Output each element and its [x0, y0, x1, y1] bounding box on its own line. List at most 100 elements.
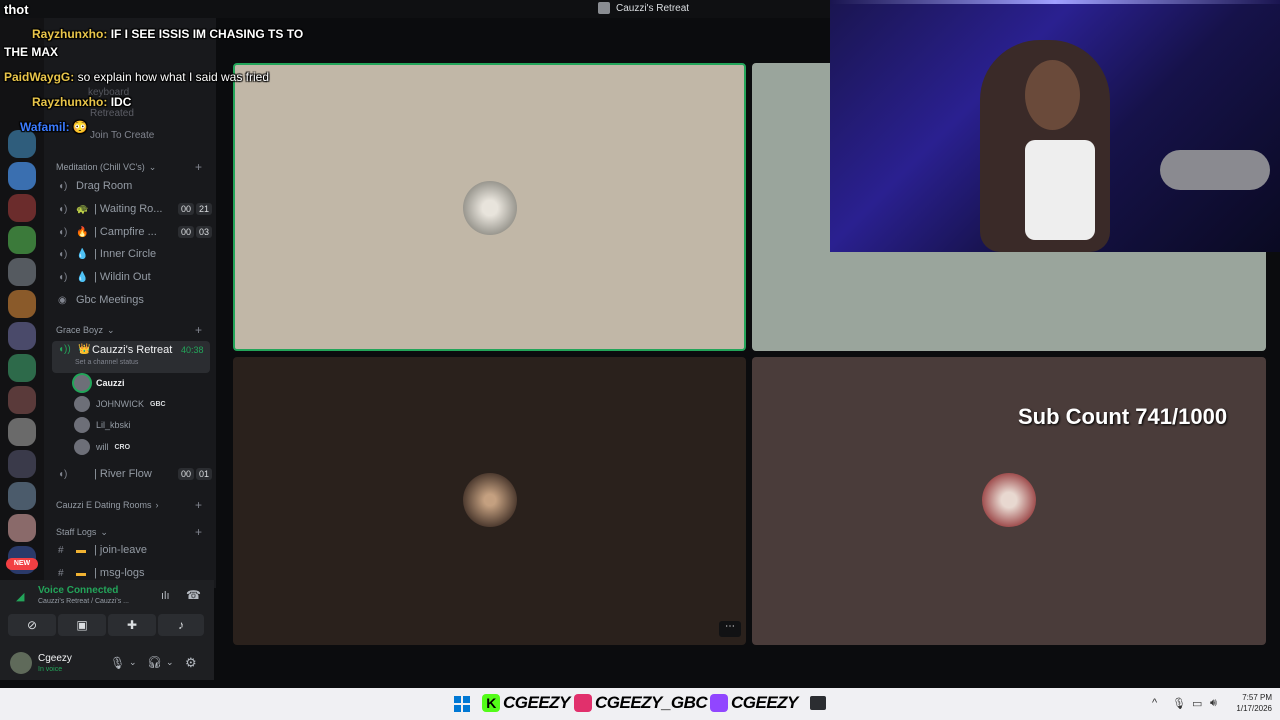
speaker-icon: ◖): [58, 248, 68, 260]
voice-channel[interactable]: ◖) Drag Room: [52, 176, 212, 196]
video-tile[interactable]: [233, 63, 746, 351]
category-meditation[interactable]: Meditation (Chill VC's) ⌄: [56, 162, 156, 173]
member-tag: GBC: [150, 400, 166, 408]
voice-channel-link[interactable]: Cauzzi's Retreat / Cauzzi's ...: [38, 598, 129, 605]
mic-icon[interactable]: 🎙︎: [1172, 697, 1186, 710]
instagram-handle: CGEEZY_GBC: [574, 693, 708, 713]
chevron-down-icon[interactable]: ⌄: [166, 657, 174, 668]
server-icon[interactable]: [8, 386, 36, 414]
server-icon[interactable]: [8, 290, 36, 318]
speaker-icon: ◖): [58, 226, 68, 238]
user-count: 00 21: [177, 203, 212, 215]
server-icon[interactable]: [8, 450, 36, 478]
server-icon[interactable]: [8, 226, 36, 254]
envelope-icon: ▬: [76, 567, 86, 579]
category-dating-rooms[interactable]: Cauzzi E Dating Rooms ›: [56, 500, 159, 510]
activity-icon[interactable]: ✚: [108, 614, 156, 636]
avatar: [74, 439, 90, 455]
category-label: Cauzzi E Dating Rooms: [56, 500, 152, 510]
server-icon[interactable]: [8, 418, 36, 446]
disconnect-icon[interactable]: ☎: [186, 588, 201, 602]
video-tile[interactable]: ⋯: [233, 357, 746, 645]
soundboard-icon[interactable]: ♪: [158, 614, 204, 636]
voice-channel[interactable]: ◖) 🐢 | Waiting Ro... 00 21: [52, 199, 212, 219]
avatar[interactable]: [10, 652, 32, 674]
video-tile[interactable]: [752, 357, 1266, 645]
hash-icon: #: [58, 567, 64, 579]
avatar: [74, 396, 90, 412]
chevron-down-icon[interactable]: ⌄: [129, 657, 137, 668]
screen-share-icon[interactable]: ▣: [58, 614, 106, 636]
category-staff-logs[interactable]: Staff Logs ⌄: [56, 527, 108, 538]
avatar: [463, 473, 517, 527]
member-name: Lil_kbski: [96, 420, 131, 430]
server-icon[interactable]: [8, 162, 36, 190]
avatar: [74, 375, 90, 391]
member-name: will: [96, 442, 109, 452]
category-label: Grace Boyz: [56, 325, 104, 335]
server-icon[interactable]: [8, 514, 36, 542]
voice-member[interactable]: JOHNWICK GBC: [74, 394, 166, 414]
twitch-icon: [710, 694, 728, 712]
active-channel-name: Cauzzi's Retreat: [92, 344, 173, 356]
server-icon[interactable]: [8, 322, 36, 350]
mic-icon[interactable]: 🎙︎: [110, 656, 125, 670]
channel-label: | Wildin Out: [94, 271, 151, 283]
camera-off-icon[interactable]: ⊘: [8, 614, 56, 636]
faded-channel[interactable]: Retreated: [90, 108, 134, 119]
category-label: Staff Logs: [56, 527, 97, 537]
category-grace-boyz[interactable]: Grace Boyz ⌄: [56, 325, 115, 336]
voice-member[interactable]: will CRO: [74, 437, 130, 457]
noise-suppression-icon[interactable]: ılı: [161, 590, 170, 602]
envelope-icon: ▬: [76, 544, 86, 556]
channel-emoji-icon: 🔥: [76, 226, 89, 238]
voice-channel[interactable]: ◖) 💧 | Wildin Out: [52, 267, 212, 287]
instagram-icon: [574, 694, 592, 712]
voice-channel-river-flow[interactable]: ◖) | River Flow 00 01: [52, 464, 212, 484]
server-icon[interactable]: [8, 258, 36, 286]
user-count: 00 01: [177, 468, 212, 480]
channel-label: | River Flow: [94, 468, 152, 480]
signal-icon: ◢: [16, 591, 25, 603]
clock-time[interactable]: 7:57 PM: [1238, 693, 1272, 702]
speaker-icon: ◖): [58, 203, 68, 215]
channel-emoji-icon: 💧: [76, 271, 89, 283]
add-channel-icon[interactable]: +: [195, 525, 202, 539]
clock-date[interactable]: 1/17/2026: [1226, 704, 1272, 713]
text-channel-join-leave[interactable]: # ▬ | join-leave: [52, 540, 212, 560]
join-to-create-channel[interactable]: Join To Create: [90, 130, 154, 141]
window-title: Cauzzi's Retreat: [598, 2, 689, 14]
server-icon[interactable]: [8, 130, 36, 158]
voice-member[interactable]: Cauzzi: [74, 373, 125, 393]
voice-channel[interactable]: ◖) 💧 | Inner Circle: [52, 244, 212, 264]
terminal-icon[interactable]: [810, 696, 826, 710]
gear-icon[interactable]: ⚙: [185, 655, 197, 671]
headset-icon[interactable]: 🎧︎: [147, 655, 162, 669]
chevron-down-icon: ⌄: [107, 325, 115, 335]
voice-member[interactable]: Lil_kbski: [74, 415, 131, 435]
kick-icon: K: [482, 694, 500, 712]
user-count: 00 03: [177, 226, 212, 238]
channel-status[interactable]: Set a channel status: [75, 359, 138, 366]
server-icon[interactable]: [8, 194, 36, 222]
streamer-shirt: [1025, 140, 1095, 240]
server-icon[interactable]: [8, 354, 36, 382]
channel-label: Gbc Meetings: [76, 294, 144, 306]
add-channel-icon[interactable]: +: [195, 498, 202, 512]
more-icon[interactable]: ⋯: [719, 621, 741, 637]
volume-icon[interactable]: 🔊︎: [1210, 697, 1217, 710]
voice-status: Voice Connected: [38, 585, 119, 596]
server-icon[interactable]: [8, 482, 36, 510]
voice-channel[interactable]: ◖) 🔥 | Campfire ... 00 03: [52, 222, 212, 242]
speaker-icon: ◖): [58, 180, 68, 192]
chevron-up-icon[interactable]: ^: [1152, 697, 1157, 709]
add-channel-icon[interactable]: +: [195, 323, 202, 337]
add-channel-icon[interactable]: +: [195, 160, 202, 174]
user-status: In voice: [38, 666, 63, 673]
window-title-text: Cauzzi's Retreat: [616, 2, 690, 14]
channel-label: | join-leave: [94, 544, 147, 556]
voice-channel[interactable]: ◉ Gbc Meetings: [52, 290, 212, 310]
network-icon[interactable]: ▭: [1192, 697, 1202, 710]
windows-icon[interactable]: [454, 696, 470, 712]
channel-label: | Waiting Ro...: [94, 203, 163, 215]
